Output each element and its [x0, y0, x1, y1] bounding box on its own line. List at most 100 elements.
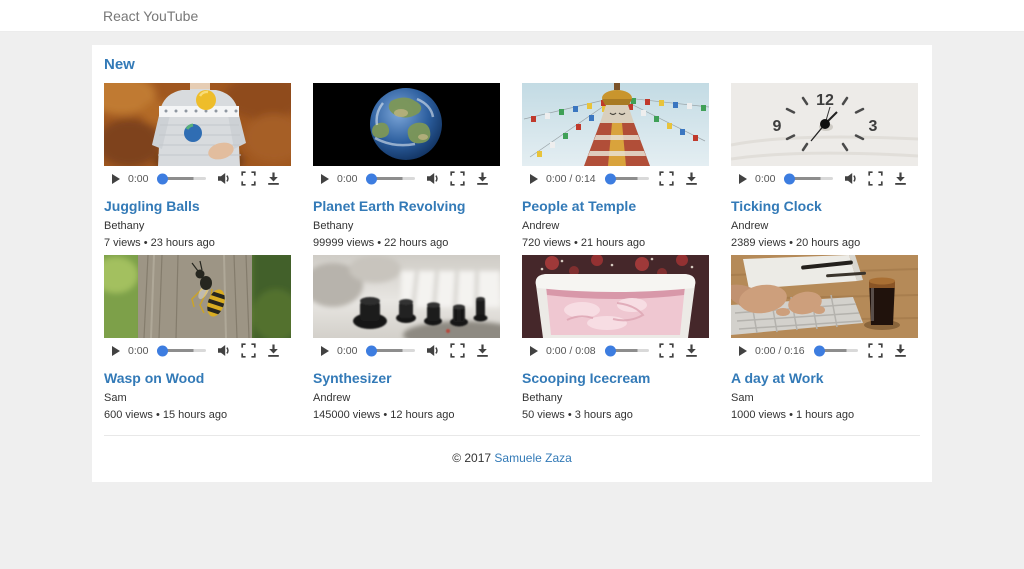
video-title-link[interactable]: Wasp on Wood [104, 371, 291, 386]
fullscreen-icon[interactable] [868, 171, 883, 186]
video-title-link[interactable]: A day at Work [731, 371, 918, 386]
video-card: 0:00 Wasp on Wood Sam 600 views • 15 hou… [104, 255, 291, 422]
fullscreen-icon[interactable] [450, 343, 465, 358]
video-thumbnail[interactable] [104, 255, 291, 338]
app-header: React YouTube [0, 0, 1024, 32]
video-player: 12 3 9 0:00 [731, 83, 918, 191]
video-author: Andrew [313, 392, 351, 404]
video-title-link[interactable]: Ticking Clock [731, 199, 918, 214]
video-grid: 0:00 Juggling Balls Bethany 7 views • 23… [104, 83, 920, 422]
seek-slider[interactable] [366, 345, 415, 356]
volume-icon[interactable] [216, 343, 231, 358]
video-author: Sam [104, 392, 127, 404]
video-player: 0:00 [104, 83, 291, 191]
video-title-link[interactable]: Scooping Icecream [522, 371, 709, 386]
video-title-link[interactable]: Synthesizer [313, 371, 500, 386]
video-title-link[interactable]: People at Temple [522, 199, 709, 214]
download-icon[interactable] [475, 343, 490, 358]
seek-slider[interactable] [157, 345, 206, 356]
fullscreen-icon[interactable] [450, 171, 465, 186]
download-icon[interactable] [893, 343, 908, 358]
play-icon[interactable] [112, 173, 120, 184]
volume-icon[interactable] [843, 171, 858, 186]
download-icon[interactable] [893, 171, 908, 186]
time-display: 0:00 / 0:14 [546, 172, 596, 185]
seek-slider[interactable] [784, 173, 833, 184]
download-icon[interactable] [684, 171, 699, 186]
video-thumbnail[interactable] [731, 255, 918, 338]
fullscreen-icon[interactable] [659, 343, 674, 358]
time-display: 0:00 [128, 344, 149, 357]
volume-icon[interactable] [425, 343, 440, 358]
video-thumbnail[interactable] [313, 255, 500, 338]
content-panel: New 0:00 Juggling Balls Bethany 7 views … [92, 45, 932, 482]
volume-icon[interactable] [425, 171, 440, 186]
seek-handle[interactable] [157, 345, 169, 356]
video-player: 0:00 [313, 83, 500, 191]
video-meta: 99999 views • 22 hours ago [313, 237, 449, 249]
video-thumbnail[interactable] [522, 255, 709, 338]
video-meta: 720 views • 21 hours ago [522, 237, 646, 249]
play-icon[interactable] [739, 345, 747, 356]
video-meta: 145000 views • 12 hours ago [313, 409, 455, 421]
play-icon[interactable] [739, 173, 747, 184]
video-player: 0:00 [104, 255, 291, 363]
svg-text:3: 3 [869, 118, 878, 135]
download-icon[interactable] [475, 171, 490, 186]
seek-handle[interactable] [813, 345, 825, 356]
video-thumbnail[interactable]: 12 3 9 [731, 83, 918, 166]
play-icon[interactable] [112, 345, 120, 356]
player-controls: 0:00 / 0:08 [522, 338, 709, 363]
seek-slider[interactable] [157, 173, 206, 184]
video-author: Sam [731, 392, 754, 404]
player-controls: 0:00 [313, 166, 500, 191]
fullscreen-icon[interactable] [868, 343, 883, 358]
seek-handle[interactable] [604, 345, 616, 356]
play-icon[interactable] [321, 345, 329, 356]
download-icon[interactable] [266, 343, 281, 358]
play-icon[interactable] [530, 345, 538, 356]
fullscreen-icon[interactable] [241, 171, 256, 186]
player-controls: 0:00 [313, 338, 500, 363]
seek-handle[interactable] [784, 173, 796, 184]
volume-icon[interactable] [216, 171, 231, 186]
time-display: 0:00 [337, 344, 358, 357]
seek-handle[interactable] [366, 345, 378, 356]
video-player: 0:00 / 0:16 [731, 255, 918, 363]
video-card: 0:00 / 0:14 People at Temple Andrew 720 … [522, 83, 709, 250]
player-controls: 0:00 / 0:16 [731, 338, 918, 363]
time-display: 0:00 [755, 172, 776, 185]
video-player: 0:00 / 0:14 [522, 83, 709, 191]
video-title-link[interactable]: Juggling Balls [104, 199, 291, 214]
video-author: Andrew [522, 220, 560, 232]
seek-slider[interactable] [604, 173, 649, 184]
video-card: 0:00 / 0:08 Scooping Icecream Bethany 50… [522, 255, 709, 422]
seek-handle[interactable] [366, 173, 378, 184]
play-icon[interactable] [321, 173, 329, 184]
video-player: 0:00 [313, 255, 500, 363]
video-thumbnail[interactable] [522, 83, 709, 166]
svg-text:12: 12 [816, 92, 834, 109]
fullscreen-icon[interactable] [241, 343, 256, 358]
seek-handle[interactable] [157, 173, 169, 184]
video-author: Bethany [104, 220, 145, 232]
player-controls: 0:00 [731, 166, 918, 191]
play-icon[interactable] [530, 173, 538, 184]
fullscreen-icon[interactable] [659, 171, 674, 186]
download-icon[interactable] [684, 343, 699, 358]
video-thumbnail[interactable] [313, 83, 500, 166]
author-link[interactable]: Samuele Zaza [494, 451, 571, 465]
seek-slider[interactable] [604, 345, 649, 356]
player-controls: 0:00 [104, 338, 291, 363]
video-meta: 1000 views • 1 hours ago [731, 409, 855, 421]
video-title-link[interactable]: Planet Earth Revolving [313, 199, 500, 214]
player-controls: 0:00 [104, 166, 291, 191]
video-thumbnail[interactable] [104, 83, 291, 166]
seek-handle[interactable] [604, 173, 616, 184]
app-brand[interactable]: React YouTube [103, 8, 198, 24]
download-icon[interactable] [266, 171, 281, 186]
seek-slider[interactable] [366, 173, 415, 184]
player-controls: 0:00 / 0:14 [522, 166, 709, 191]
seek-slider[interactable] [813, 345, 858, 356]
time-display: 0:00 / 0:08 [546, 344, 596, 357]
